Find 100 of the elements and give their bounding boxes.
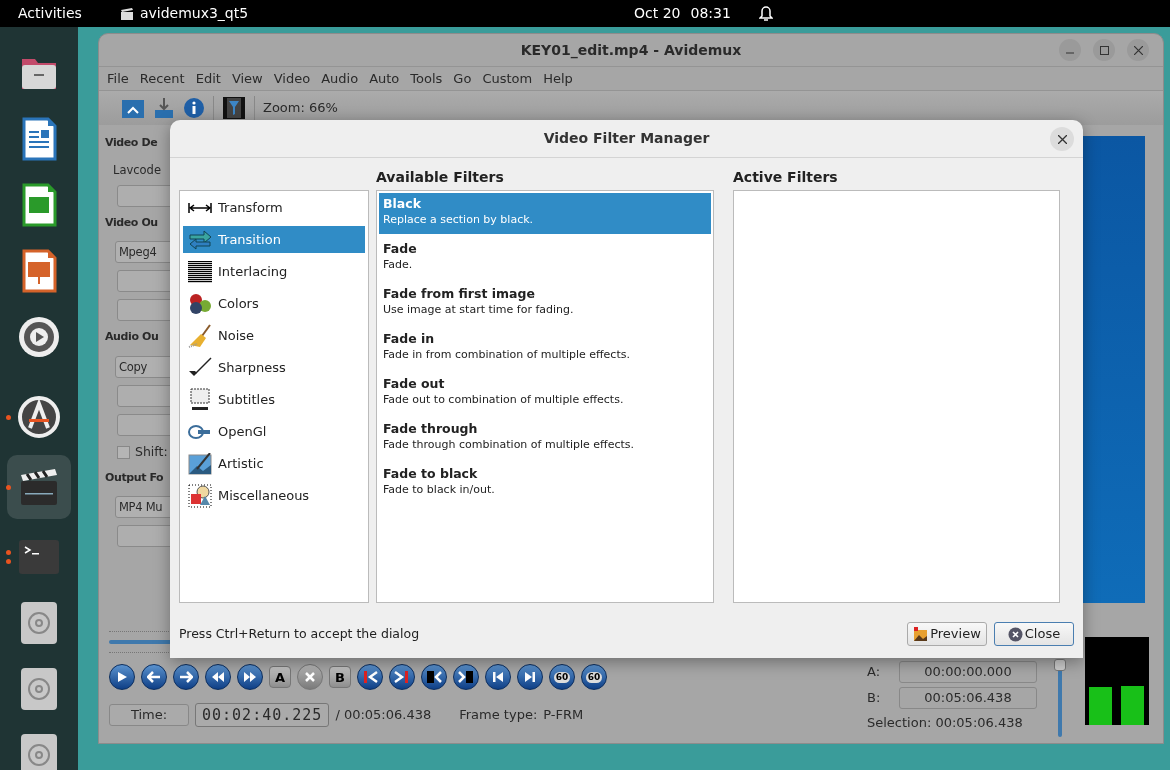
section-title: Audio Ou bbox=[105, 329, 159, 346]
category-item[interactable]: Transform bbox=[183, 194, 365, 221]
filter-item[interactable]: Fade from first image Use image at start time for fading. bbox=[379, 283, 711, 324]
menu-item[interactable]: View bbox=[231, 68, 263, 89]
playback-button[interactable] bbox=[421, 664, 447, 690]
double-arrow-icon bbox=[188, 202, 212, 213]
filter-description: Fade in from combination of multiple effects. bbox=[383, 347, 631, 363]
info-icon[interactable] bbox=[183, 97, 205, 119]
playback-button[interactable] bbox=[389, 664, 415, 690]
marker-b-field[interactable]: 00:05:06.438 bbox=[899, 687, 1037, 709]
filter-name: Fade to black bbox=[383, 466, 479, 482]
arrow-right-icon bbox=[179, 671, 193, 683]
marker-button[interactable]: B bbox=[329, 666, 351, 688]
playback-button[interactable] bbox=[357, 664, 383, 690]
close-icon bbox=[1057, 134, 1067, 144]
jump-button[interactable]: 60 bbox=[581, 664, 607, 690]
codec-label: Lavcode bbox=[113, 161, 161, 179]
category-item[interactable]: Noise bbox=[183, 322, 365, 349]
filter-name: Fade through bbox=[383, 421, 479, 437]
checkbox[interactable] bbox=[117, 445, 130, 459]
frame-type-value: P-FRM bbox=[543, 706, 584, 725]
caption-frame-icon bbox=[189, 387, 211, 412]
filter-item[interactable]: Fade to black Fade to black in/out. bbox=[379, 463, 711, 504]
close-dialog-button[interactable]: Close bbox=[994, 622, 1074, 646]
film-right-icon bbox=[458, 670, 474, 684]
close-button[interactable] bbox=[1127, 39, 1149, 61]
film-filter-icon[interactable] bbox=[222, 96, 246, 120]
category-item[interactable]: Artistic bbox=[183, 450, 365, 477]
filter-item[interactable]: Fade through Fade through combination of multiple effects. bbox=[379, 418, 711, 459]
filter-name: Fade out bbox=[383, 376, 446, 392]
filter-name: Black bbox=[383, 196, 422, 212]
filter-description: Use image at start time for fading. bbox=[383, 302, 575, 318]
playback-button[interactable] bbox=[205, 664, 231, 690]
available-filters-title: Available Filters bbox=[376, 168, 505, 187]
activities-button[interactable]: Activities bbox=[18, 3, 82, 24]
playback-button[interactable] bbox=[485, 664, 511, 690]
category-item[interactable]: Sharpness bbox=[183, 354, 365, 381]
menu-item[interactable]: Tools bbox=[410, 68, 443, 89]
skip-end-icon bbox=[524, 671, 536, 683]
playback-button[interactable] bbox=[453, 664, 479, 690]
maximize-button[interactable] bbox=[1093, 39, 1115, 61]
category-item[interactable]: Colors bbox=[183, 290, 365, 317]
shift-label: Shift: bbox=[135, 442, 168, 461]
volume-thumb[interactable] bbox=[1054, 659, 1066, 671]
film-left-icon bbox=[426, 670, 442, 684]
playback-button[interactable] bbox=[173, 664, 199, 690]
menu-item[interactable]: Video bbox=[273, 68, 311, 89]
image-icon bbox=[913, 626, 929, 642]
playback-button[interactable] bbox=[517, 664, 543, 690]
jump-button[interactable]: 60 bbox=[549, 664, 575, 690]
filter-item[interactable]: Fade in Fade in from combination of multiple effects. bbox=[379, 328, 711, 369]
maximize-icon bbox=[1099, 45, 1109, 55]
cross-icon bbox=[304, 671, 317, 683]
duration-label: / 00:05:06.438 bbox=[335, 706, 432, 725]
clock-label[interactable]: 08:31 bbox=[690, 3, 731, 24]
menu-item[interactable]: Help bbox=[543, 68, 573, 89]
menu-item[interactable]: Edit bbox=[195, 68, 221, 89]
category-item[interactable]: Interlacing bbox=[183, 258, 365, 285]
filter-item[interactable]: Fade out Fade out to combination of multiple effects. bbox=[379, 373, 711, 414]
dock-item[interactable] bbox=[7, 455, 71, 519]
filter-name: Fade bbox=[383, 241, 418, 257]
skip-start-icon bbox=[492, 671, 504, 683]
arrows-icon bbox=[188, 229, 212, 250]
time-field[interactable]: 00:02:40.225 bbox=[195, 703, 330, 727]
window-title: KEY01_edit.mp4 - Avidemux bbox=[520, 40, 742, 61]
menu-item[interactable]: Auto bbox=[369, 68, 400, 89]
date-label[interactable]: Oct 20 bbox=[634, 3, 681, 24]
app-name[interactable]: avidemux3_qt5 bbox=[139, 3, 249, 24]
download-icon[interactable] bbox=[153, 97, 175, 119]
category-item[interactable]: Subtitles bbox=[183, 386, 365, 413]
filter-item[interactable]: Black Replace a section by black. bbox=[379, 193, 711, 234]
filter-description: Fade to black in/out. bbox=[383, 482, 496, 498]
marker-a-field[interactable]: 00:00:00.000 bbox=[899, 661, 1037, 683]
zoom-label: Zoom: 66% bbox=[263, 99, 338, 118]
dialog-close-button[interactable] bbox=[1050, 127, 1074, 151]
menu-item[interactable]: Custom bbox=[482, 68, 533, 89]
updater-icon bbox=[17, 395, 61, 439]
folder-icon[interactable] bbox=[121, 97, 145, 119]
playback-button[interactable] bbox=[237, 664, 263, 690]
menu-item[interactable]: Go bbox=[453, 68, 472, 89]
category-item[interactable]: Miscellaneous bbox=[183, 482, 365, 509]
filter-description: Fade through combination of multiple effects. bbox=[383, 437, 636, 453]
close-circle-icon bbox=[1007, 626, 1023, 642]
menu-item[interactable]: File bbox=[107, 68, 129, 89]
filter-description: Fade out to combination of multiple effects. bbox=[383, 392, 625, 408]
reset-button[interactable] bbox=[297, 664, 324, 690]
category-item[interactable]: OpenGl bbox=[183, 418, 365, 445]
volume-slider[interactable] bbox=[1054, 659, 1066, 737]
menu-item[interactable]: Recent bbox=[139, 68, 185, 89]
terminal-icon bbox=[17, 538, 61, 576]
marker-button[interactable]: A bbox=[269, 666, 292, 688]
playback-button[interactable] bbox=[109, 664, 135, 690]
preview-button[interactable]: Preview bbox=[907, 622, 987, 646]
playback-button[interactable] bbox=[141, 664, 167, 690]
menu-item[interactable]: Audio bbox=[321, 68, 359, 89]
category-item[interactable]: Transition bbox=[183, 226, 365, 253]
filter-description: Fade. bbox=[383, 257, 414, 273]
bell-icon[interactable] bbox=[758, 5, 773, 22]
filter-item[interactable]: Fade Fade. bbox=[379, 238, 711, 279]
time-button[interactable]: Time: bbox=[109, 704, 189, 726]
